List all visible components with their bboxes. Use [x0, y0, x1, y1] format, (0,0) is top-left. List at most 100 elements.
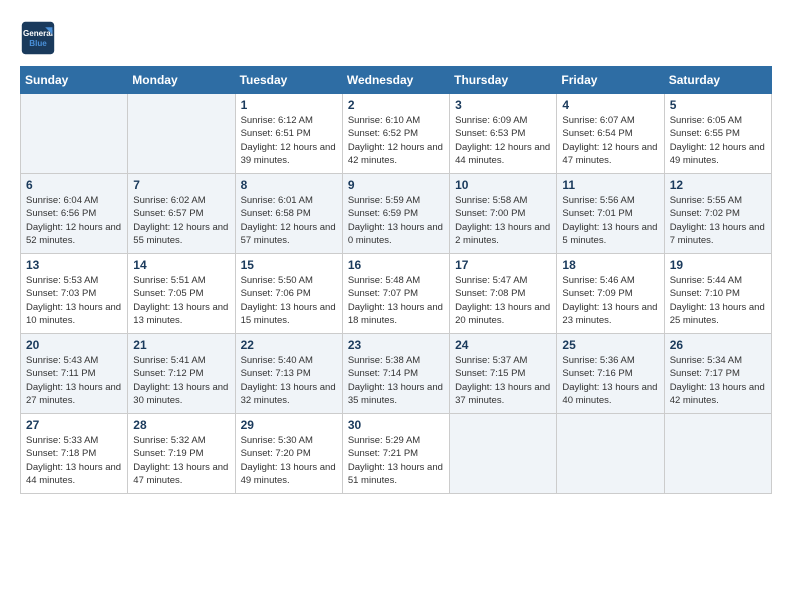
calendar-cell: 2 Sunrise: 6:10 AM Sunset: 6:52 PM Daylig…: [342, 94, 449, 174]
calendar-cell: [664, 414, 771, 494]
day-number: 28: [133, 418, 229, 432]
calendar-cell: 3 Sunrise: 6:09 AM Sunset: 6:53 PM Daylig…: [450, 94, 557, 174]
calendar-table: SundayMondayTuesdayWednesdayThursdayFrid…: [20, 66, 772, 494]
day-info: Sunrise: 6:04 AM Sunset: 6:56 PM Dayligh…: [26, 194, 122, 247]
svg-text:General: General: [23, 29, 53, 38]
day-info: Sunrise: 5:38 AM Sunset: 7:14 PM Dayligh…: [348, 354, 444, 407]
day-number: 14: [133, 258, 229, 272]
day-number: 7: [133, 178, 229, 192]
day-number: 11: [562, 178, 658, 192]
calendar-cell: 18 Sunrise: 5:46 AM Sunset: 7:09 PM Dayli…: [557, 254, 664, 334]
calendar-cell: 4Sunrise: 6:07 AM Sunset: 6:54 PM Daylig…: [557, 94, 664, 174]
calendar-cell: 9 Sunrise: 5:59 AM Sunset: 6:59 PM Daylig…: [342, 174, 449, 254]
day-of-week-header: Thursday: [450, 67, 557, 94]
day-info: Sunrise: 5:33 AM Sunset: 7:18 PM Dayligh…: [26, 434, 122, 487]
day-info: Sunrise: 5:50 AM Sunset: 7:06 PM Dayligh…: [241, 274, 337, 327]
calendar-cell: 28 Sunrise: 5:32 AM Sunset: 7:19 PM Dayli…: [128, 414, 235, 494]
calendar-cell: 15Sunrise: 5:50 AM Sunset: 7:06 PM Dayli…: [235, 254, 342, 334]
svg-text:Blue: Blue: [29, 39, 47, 48]
calendar-cell: 29 Sunrise: 5:30 AM Sunset: 7:20 PM Dayli…: [235, 414, 342, 494]
day-info: Sunrise: 5:29 AM Sunset: 7:21 PM Dayligh…: [348, 434, 444, 487]
page-header: General Blue: [20, 20, 772, 56]
day-number: 9: [348, 178, 444, 192]
day-number: 30: [348, 418, 444, 432]
day-number: 21: [133, 338, 229, 352]
day-info: Sunrise: 5:55 AM Sunset: 7:02 PM Dayligh…: [670, 194, 766, 247]
day-info: Sunrise: 5:30 AM Sunset: 7:20 PM Dayligh…: [241, 434, 337, 487]
day-number: 24: [455, 338, 551, 352]
day-info: Sunrise: 5:58 AM Sunset: 7:00 PM Dayligh…: [455, 194, 551, 247]
calendar-cell: 7 Sunrise: 6:02 AM Sunset: 6:57 PM Daylig…: [128, 174, 235, 254]
day-info: Sunrise: 5:32 AM Sunset: 7:19 PM Dayligh…: [133, 434, 229, 487]
logo: General Blue: [20, 20, 62, 56]
day-info: Sunrise: 5:34 AM Sunset: 7:17 PM Dayligh…: [670, 354, 766, 407]
calendar-week-row: 27 Sunrise: 5:33 AM Sunset: 7:18 PM Dayli…: [21, 414, 772, 494]
calendar-cell: 19 Sunrise: 5:44 AM Sunset: 7:10 PM Dayli…: [664, 254, 771, 334]
day-number: 27: [26, 418, 122, 432]
calendar-cell: 8Sunrise: 6:01 AM Sunset: 6:58 PM Daylig…: [235, 174, 342, 254]
day-number: 6: [26, 178, 122, 192]
calendar-cell: [450, 414, 557, 494]
day-number: 17: [455, 258, 551, 272]
calendar-cell: 14Sunrise: 5:51 AM Sunset: 7:05 PM Dayli…: [128, 254, 235, 334]
day-number: 4: [562, 98, 658, 112]
day-number: 13: [26, 258, 122, 272]
day-of-week-header: Monday: [128, 67, 235, 94]
calendar-header-row: SundayMondayTuesdayWednesdayThursdayFrid…: [21, 67, 772, 94]
day-info: Sunrise: 6:12 AM Sunset: 6:51 PM Dayligh…: [241, 114, 337, 167]
day-number: 26: [670, 338, 766, 352]
day-of-week-header: Saturday: [664, 67, 771, 94]
day-number: 22: [241, 338, 337, 352]
calendar-cell: 17 Sunrise: 5:47 AM Sunset: 7:08 PM Dayli…: [450, 254, 557, 334]
day-info: Sunrise: 5:46 AM Sunset: 7:09 PM Dayligh…: [562, 274, 658, 327]
calendar-week-row: 1 Sunrise: 6:12 AM Sunset: 6:51 PM Daylig…: [21, 94, 772, 174]
day-number: 20: [26, 338, 122, 352]
day-info: Sunrise: 5:44 AM Sunset: 7:10 PM Dayligh…: [670, 274, 766, 327]
day-number: 18: [562, 258, 658, 272]
logo-icon: General Blue: [20, 20, 56, 56]
day-info: Sunrise: 5:53 AM Sunset: 7:03 PM Dayligh…: [26, 274, 122, 327]
day-number: 3: [455, 98, 551, 112]
calendar-week-row: 6 Sunrise: 6:04 AM Sunset: 6:56 PM Daylig…: [21, 174, 772, 254]
day-info: Sunrise: 6:09 AM Sunset: 6:53 PM Dayligh…: [455, 114, 551, 167]
day-info: Sunrise: 5:47 AM Sunset: 7:08 PM Dayligh…: [455, 274, 551, 327]
calendar-cell: 25 Sunrise: 5:36 AM Sunset: 7:16 PM Dayli…: [557, 334, 664, 414]
calendar-cell: 30 Sunrise: 5:29 AM Sunset: 7:21 PM Dayli…: [342, 414, 449, 494]
day-info: Sunrise: 5:43 AM Sunset: 7:11 PM Dayligh…: [26, 354, 122, 407]
calendar-cell: 11Sunrise: 5:56 AM Sunset: 7:01 PM Dayli…: [557, 174, 664, 254]
calendar-cell: 10 Sunrise: 5:58 AM Sunset: 7:00 PM Dayli…: [450, 174, 557, 254]
calendar-cell: 5 Sunrise: 6:05 AM Sunset: 6:55 PM Daylig…: [664, 94, 771, 174]
day-info: Sunrise: 5:41 AM Sunset: 7:12 PM Dayligh…: [133, 354, 229, 407]
day-number: 8: [241, 178, 337, 192]
day-number: 12: [670, 178, 766, 192]
day-number: 5: [670, 98, 766, 112]
day-info: Sunrise: 6:02 AM Sunset: 6:57 PM Dayligh…: [133, 194, 229, 247]
calendar-cell: 24 Sunrise: 5:37 AM Sunset: 7:15 PM Dayli…: [450, 334, 557, 414]
day-info: Sunrise: 6:05 AM Sunset: 6:55 PM Dayligh…: [670, 114, 766, 167]
calendar-cell: 1 Sunrise: 6:12 AM Sunset: 6:51 PM Daylig…: [235, 94, 342, 174]
day-number: 19: [670, 258, 766, 272]
calendar-cell: 26 Sunrise: 5:34 AM Sunset: 7:17 PM Dayli…: [664, 334, 771, 414]
day-number: 29: [241, 418, 337, 432]
day-info: Sunrise: 5:48 AM Sunset: 7:07 PM Dayligh…: [348, 274, 444, 327]
day-info: Sunrise: 5:59 AM Sunset: 6:59 PM Dayligh…: [348, 194, 444, 247]
day-number: 16: [348, 258, 444, 272]
calendar-cell: 6 Sunrise: 6:04 AM Sunset: 6:56 PM Daylig…: [21, 174, 128, 254]
day-number: 2: [348, 98, 444, 112]
calendar-cell: 21 Sunrise: 5:41 AM Sunset: 7:12 PM Dayli…: [128, 334, 235, 414]
day-of-week-header: Sunday: [21, 67, 128, 94]
day-info: Sunrise: 6:10 AM Sunset: 6:52 PM Dayligh…: [348, 114, 444, 167]
day-info: Sunrise: 5:40 AM Sunset: 7:13 PM Dayligh…: [241, 354, 337, 407]
calendar-week-row: 20 Sunrise: 5:43 AM Sunset: 7:11 PM Dayli…: [21, 334, 772, 414]
day-of-week-header: Wednesday: [342, 67, 449, 94]
day-info: Sunrise: 5:36 AM Sunset: 7:16 PM Dayligh…: [562, 354, 658, 407]
calendar-cell: 23 Sunrise: 5:38 AM Sunset: 7:14 PM Dayli…: [342, 334, 449, 414]
calendar-cell: [128, 94, 235, 174]
day-number: 1: [241, 98, 337, 112]
calendar-cell: [557, 414, 664, 494]
day-of-week-header: Tuesday: [235, 67, 342, 94]
day-info: Sunrise: 5:37 AM Sunset: 7:15 PM Dayligh…: [455, 354, 551, 407]
day-number: 23: [348, 338, 444, 352]
day-number: 25: [562, 338, 658, 352]
day-number: 10: [455, 178, 551, 192]
